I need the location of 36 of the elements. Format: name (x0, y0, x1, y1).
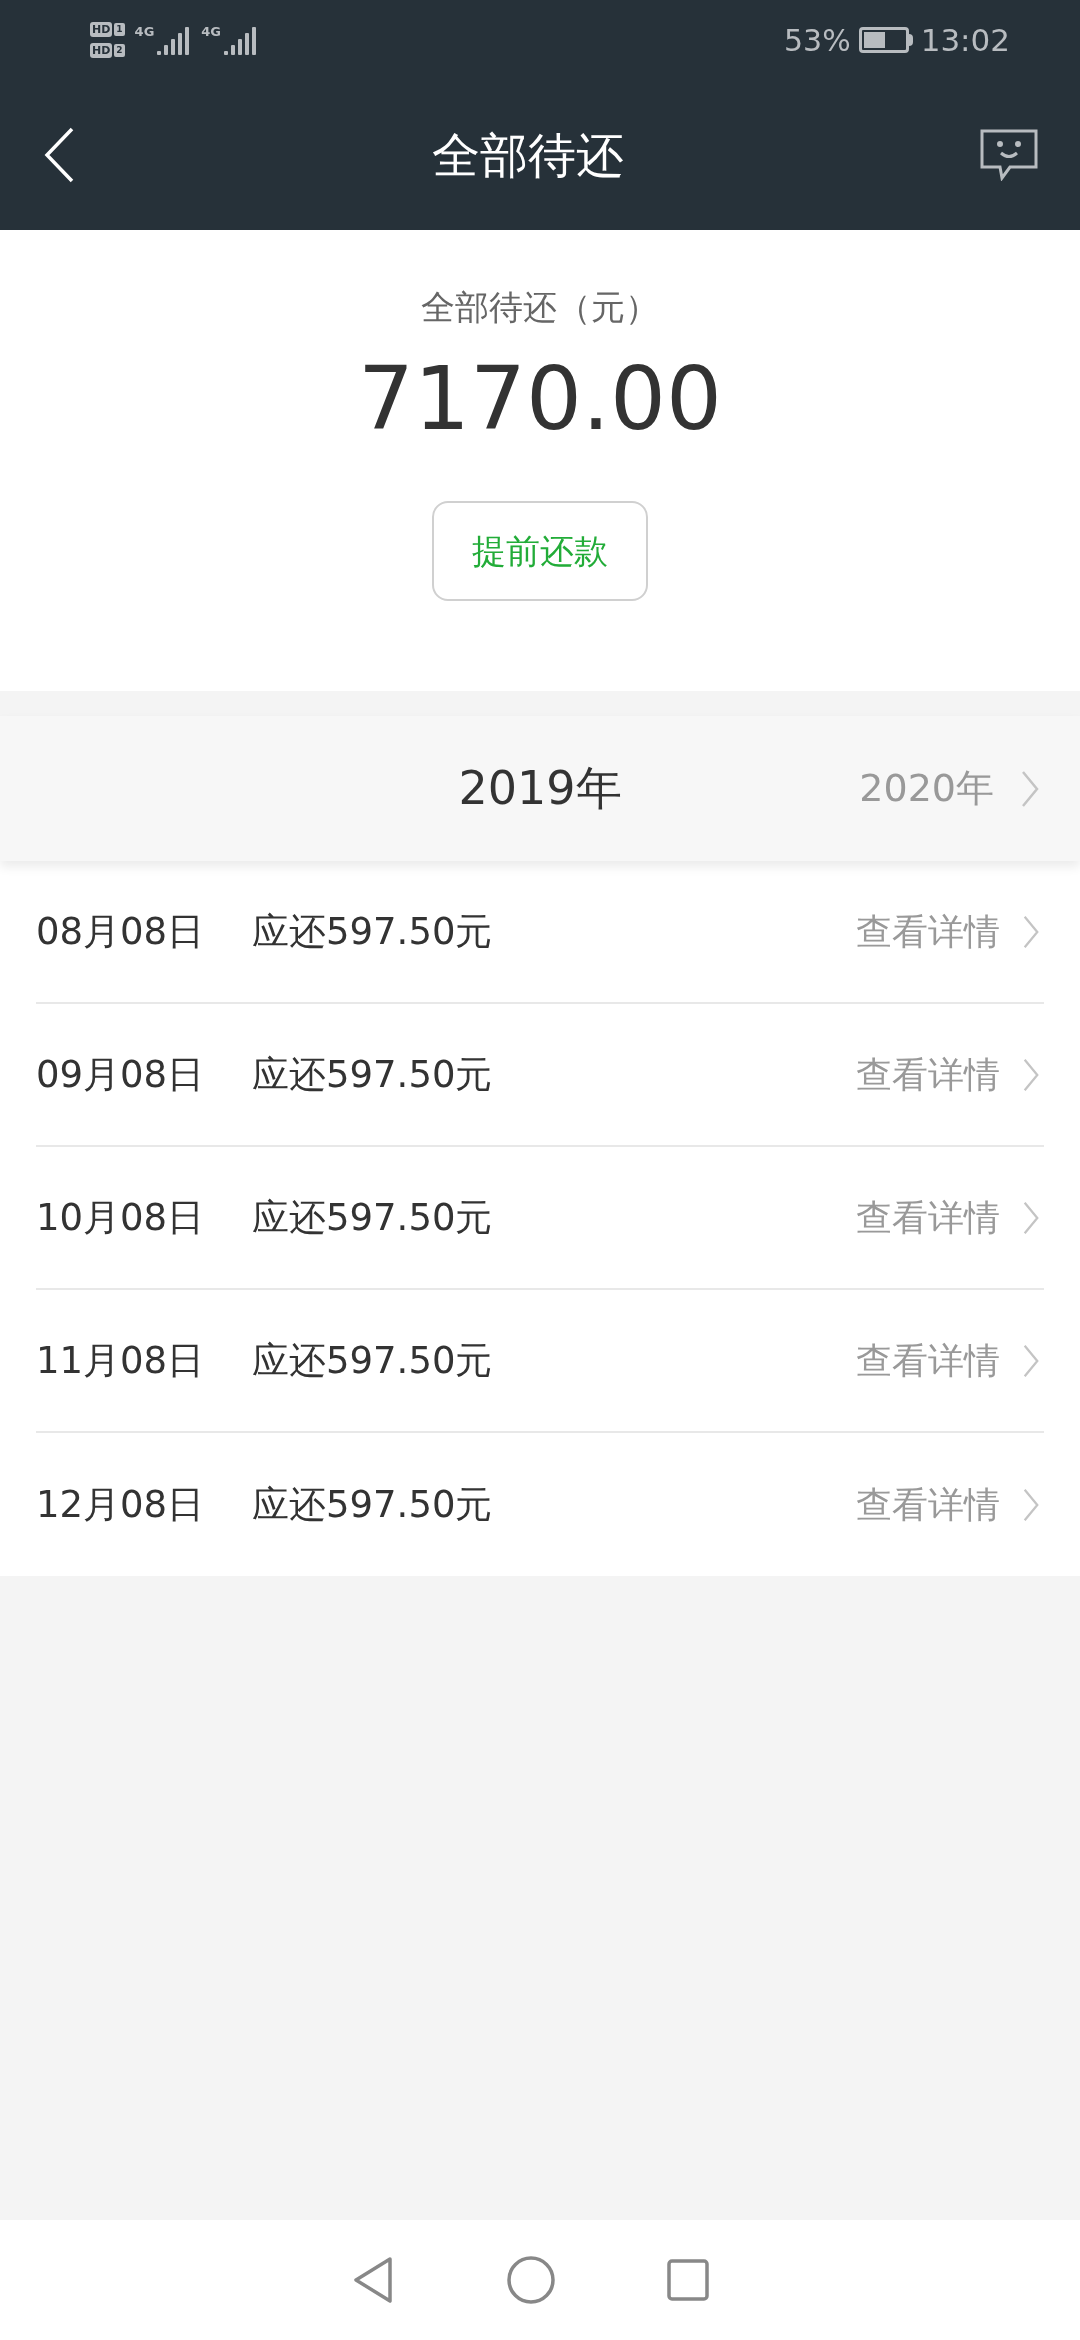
page-title: 全部待还 (432, 126, 624, 185)
due-amount: 应还597.50元 (252, 1337, 493, 1384)
recents-nav-icon[interactable] (666, 2258, 710, 2302)
chat-smile-icon[interactable] (980, 129, 1038, 181)
view-details-link[interactable]: 查看详情 (856, 1477, 1000, 1532)
signal-icon (224, 25, 259, 55)
due-date: 09月08日 (36, 1051, 206, 1098)
network-type: 4G (134, 25, 155, 38)
sim-slot: 2 (114, 44, 125, 57)
due-date: 12月08日 (36, 1481, 206, 1528)
due-amount: 应还597.50元 (252, 1481, 493, 1528)
view-details-link[interactable]: 查看详情 (856, 904, 1000, 959)
year-tab[interactable]: 2019年 (458, 754, 622, 823)
year-tab[interactable]: 2020年 (859, 760, 994, 817)
back-icon[interactable] (42, 125, 76, 185)
battery-percent: 53% (783, 21, 851, 60)
view-details-link[interactable]: 查看详情 (856, 1047, 1000, 1102)
hd-badge: HD (90, 22, 113, 37)
due-date: 08月08日 (36, 908, 206, 955)
prepay-button[interactable]: 提前还款 (432, 501, 648, 601)
sim-slot: 1 (114, 23, 125, 36)
signal-icon (157, 25, 192, 55)
due-amount: 应还597.50元 (252, 1194, 493, 1241)
hd-badge: HD (90, 43, 113, 58)
total-label: 全部待还（元） (421, 286, 659, 329)
total-amount: 7170.00 (358, 355, 722, 443)
due-date: 11月08日 (36, 1337, 206, 1384)
clock: 13:02 (920, 20, 1010, 60)
home-nav-icon[interactable] (506, 2255, 556, 2305)
due-date: 10月08日 (36, 1194, 206, 1241)
due-amount: 应还597.50元 (252, 1051, 493, 1098)
due-amount: 应还597.50元 (252, 908, 493, 955)
view-details-link[interactable]: 查看详情 (856, 1190, 1000, 1245)
view-details-link[interactable]: 查看详情 (856, 1333, 1000, 1388)
battery-icon (858, 27, 913, 53)
network-type: 4G (201, 25, 222, 38)
